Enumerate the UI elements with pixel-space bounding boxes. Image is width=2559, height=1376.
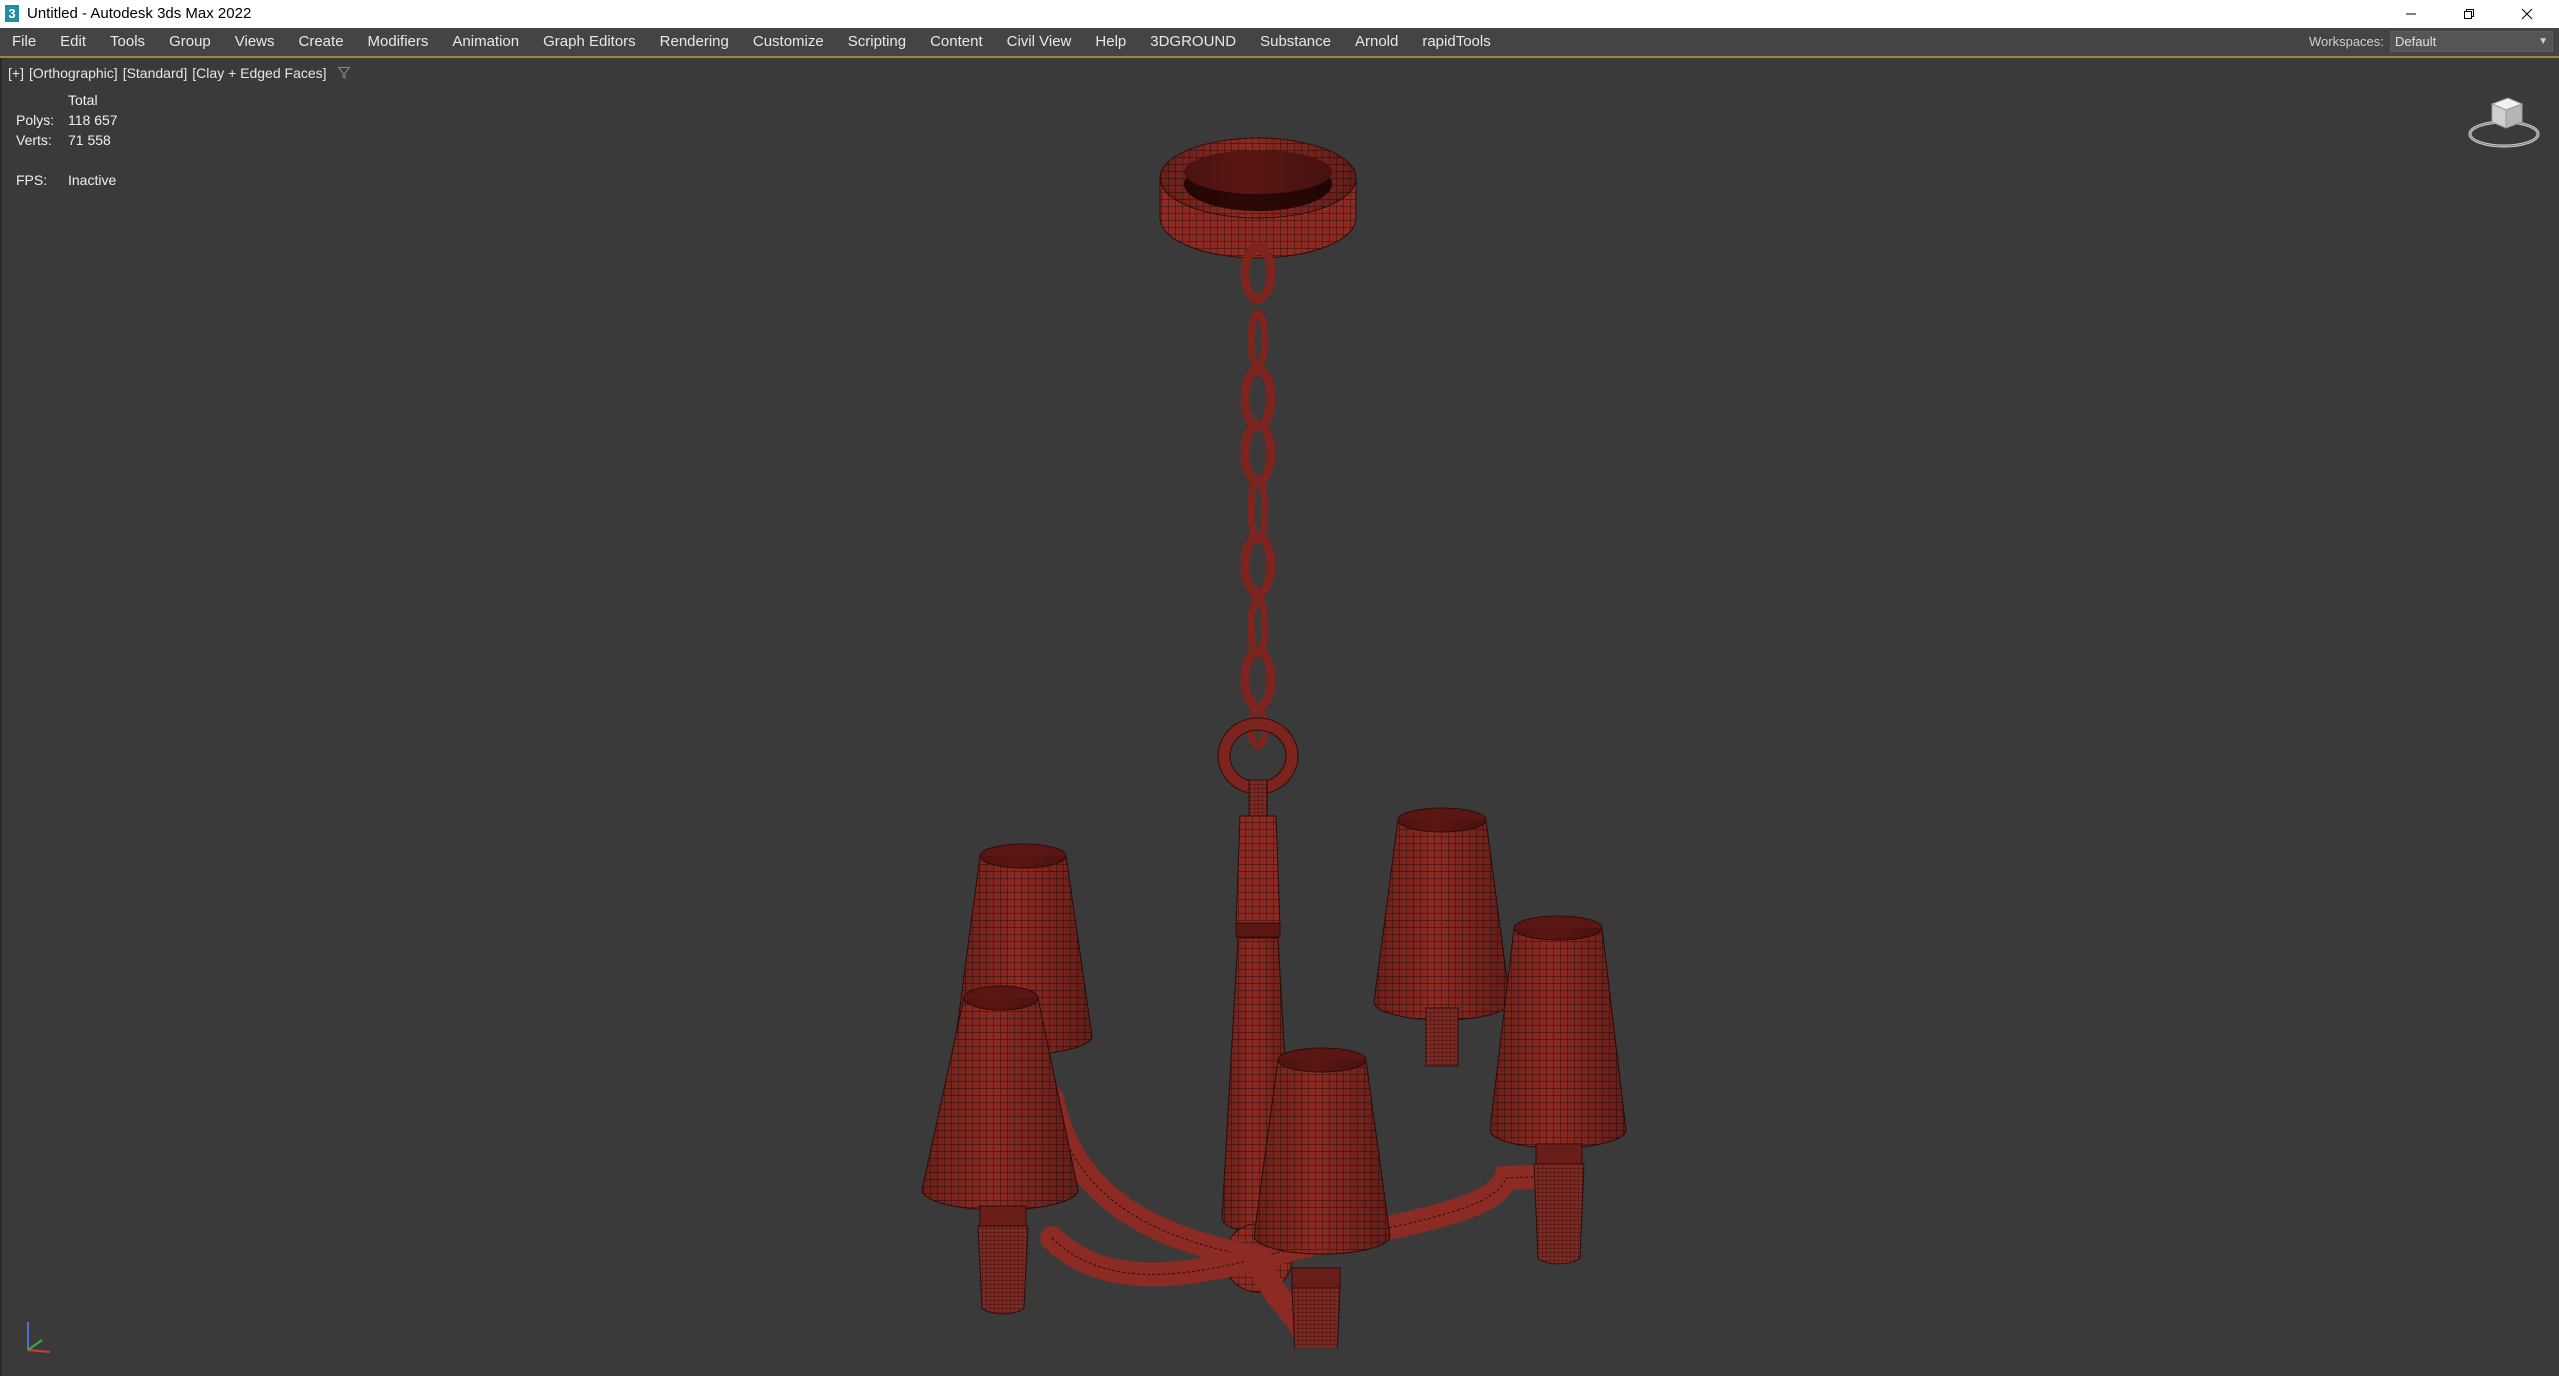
minimize-button[interactable]: [2382, 0, 2440, 28]
workspace-value: Default: [2395, 34, 2437, 49]
menu-3dground[interactable]: 3DGROUND: [1138, 28, 1248, 56]
menu-items: File Edit Tools Group Views Create Modifiers An…: [0, 28, 1503, 56]
chain: [1218, 242, 1298, 794]
menu-content[interactable]: Content: [918, 28, 995, 56]
workspace-dropdown[interactable]: Default ▼: [2390, 31, 2553, 52]
stats-fps-label: FPS:: [16, 172, 48, 188]
menu-views[interactable]: Views: [223, 28, 287, 56]
close-button[interactable]: [2498, 0, 2556, 28]
menu-customize[interactable]: Customize: [741, 28, 836, 56]
stats-verts-value: 71 558: [68, 132, 111, 148]
menu-modifiers[interactable]: Modifiers: [356, 28, 441, 56]
viewport-perspective[interactable]: [+] [Orthographic] [Standard] [Clay + Ed…: [0, 58, 2557, 1376]
viewport-menu-plus[interactable]: [+]: [8, 64, 24, 82]
menu-bar: File Edit Tools Group Views Create Modifiers An…: [0, 28, 2559, 58]
workspace-label: Workspaces:: [2309, 34, 2384, 49]
axis-tripod-icon: [27, 1322, 51, 1353]
restore-button[interactable]: [2440, 0, 2498, 28]
viewport-view-label[interactable]: [Orthographic]: [29, 64, 118, 82]
close-icon: [2521, 8, 2533, 20]
menu-file[interactable]: File: [0, 28, 48, 56]
menu-rendering[interactable]: Rendering: [648, 28, 741, 56]
app-icon: 3: [5, 5, 19, 22]
minimize-icon: [2406, 13, 2416, 15]
menu-tools[interactable]: Tools: [98, 28, 157, 56]
stats-polys-value: 118 657: [68, 112, 118, 128]
menu-scripting[interactable]: Scripting: [836, 28, 918, 56]
window-title: Untitled - Autodesk 3ds Max 2022: [27, 5, 252, 22]
lamp-shade-right: [1489, 915, 1627, 1265]
viewcube-icon[interactable]: [2464, 88, 2544, 152]
menu-graph-editors[interactable]: Graph Editors: [531, 28, 648, 56]
title-bar: 3 Untitled - Autodesk 3ds Max 2022: [0, 0, 2559, 28]
stats-total-header: Total: [68, 92, 98, 108]
chevron-down-icon: ▼: [2538, 36, 2548, 47]
funnel-icon[interactable]: [337, 67, 350, 79]
menu-help[interactable]: Help: [1083, 28, 1138, 56]
menu-civil-view[interactable]: Civil View: [995, 28, 1084, 56]
stats-verts-label: Verts:: [16, 132, 52, 148]
viewport-label: [+] [Orthographic] [Standard] [Clay + Ed…: [8, 64, 350, 82]
menu-substance[interactable]: Substance: [1248, 28, 1343, 56]
lamp-shade-back-right: [1373, 807, 1511, 1067]
menu-rapidtools[interactable]: rapidTools: [1410, 28, 1502, 56]
menu-create[interactable]: Create: [287, 28, 356, 56]
viewport-shading-label[interactable]: [Standard]: [123, 64, 188, 82]
menu-arnold[interactable]: Arnold: [1343, 28, 1410, 56]
stats-polys-label: Polys:: [16, 112, 55, 128]
viewport-style-label[interactable]: [Clay + Edged Faces]: [192, 64, 326, 82]
ceiling-canopy: [1159, 137, 1357, 259]
menu-group[interactable]: Group: [157, 28, 223, 56]
restore-icon: [2464, 9, 2474, 19]
chandelier-model[interactable]: [902, 108, 1702, 1348]
stats-fps-value: Inactive: [68, 172, 117, 188]
menu-animation[interactable]: Animation: [440, 28, 531, 56]
menu-edit[interactable]: Edit: [48, 28, 98, 56]
